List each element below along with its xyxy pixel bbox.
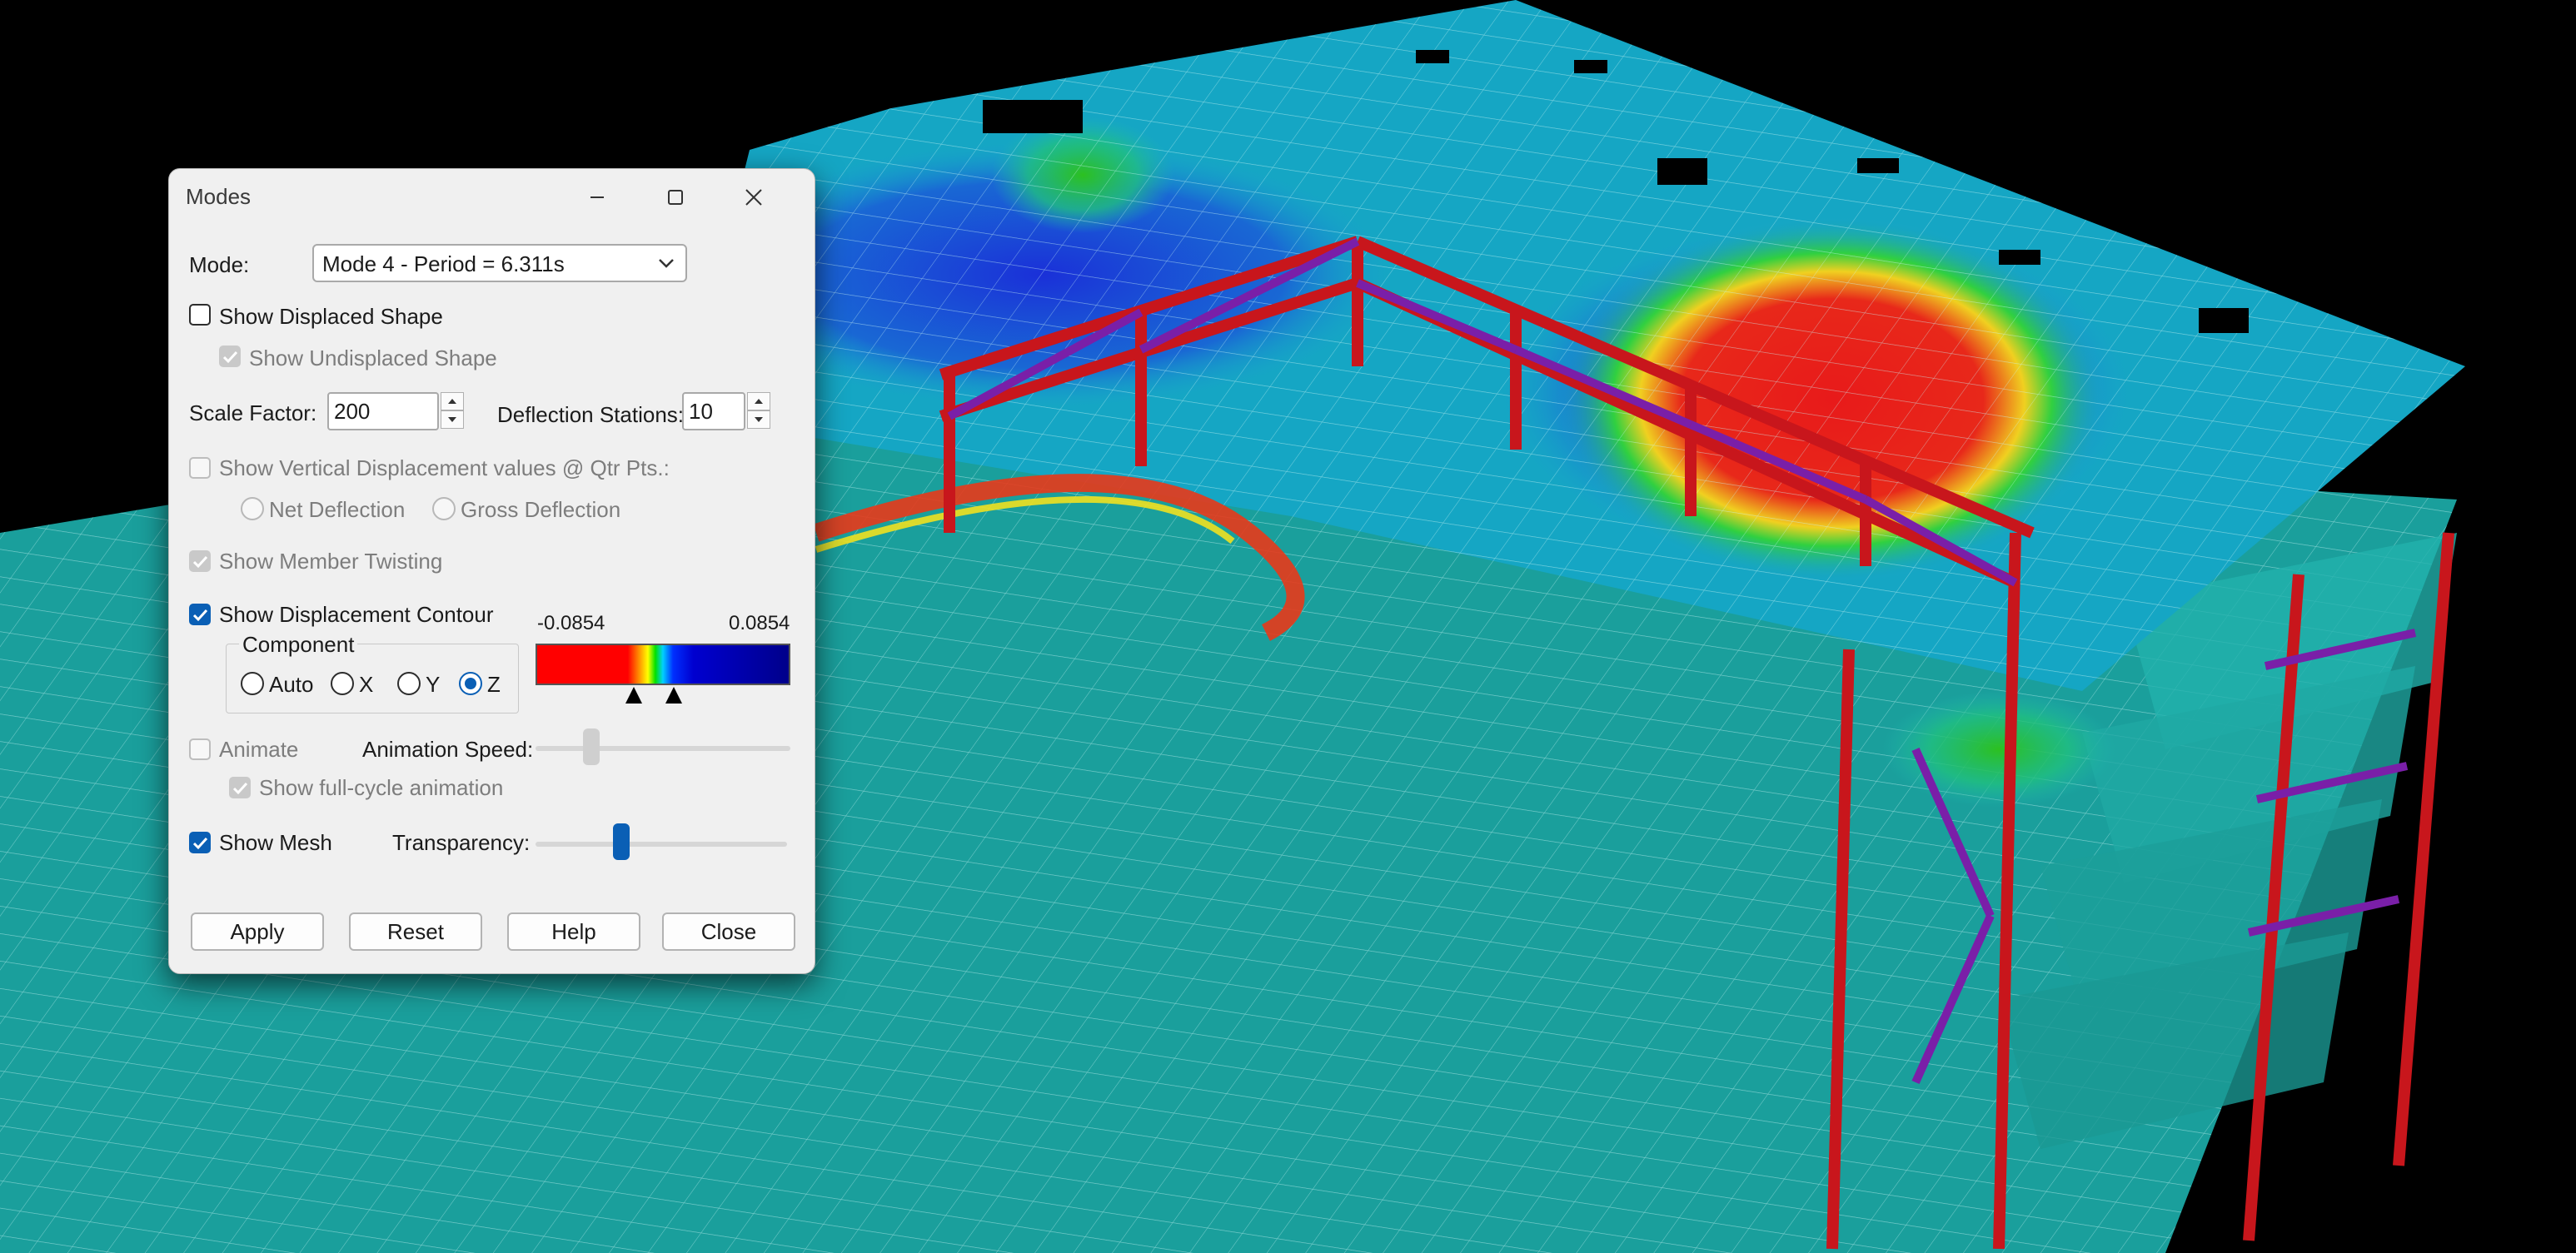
- minimize-button[interactable]: [579, 181, 615, 214]
- scale-factor-input[interactable]: 200: [327, 392, 439, 430]
- mode-label: Mode:: [189, 252, 250, 277]
- animation-speed-slider[interactable]: [583, 728, 600, 765]
- scale-factor-label: Scale Factor:: [189, 400, 317, 425]
- mode-select[interactable]: Mode 4 - Period = 6.311s: [312, 244, 687, 282]
- component-auto-radio[interactable]: [241, 672, 264, 695]
- net-deflection-label: Net Deflection: [269, 497, 406, 522]
- component-auto-label: Auto: [269, 672, 314, 697]
- show-displaced-shape-checkbox[interactable]: [189, 304, 211, 326]
- contour-min-value: -0.0854: [537, 612, 605, 634]
- show-vertical-displacement-checkbox[interactable]: [189, 457, 211, 479]
- spin-up-icon: [755, 399, 763, 404]
- animate-checkbox[interactable]: [189, 738, 211, 760]
- close-window-button[interactable]: [735, 181, 772, 214]
- transparency-label: Transparency:: [392, 830, 531, 855]
- show-displacement-contour-label: Show Displacement Contour: [219, 602, 494, 627]
- spin-up-icon: [448, 399, 456, 404]
- show-mesh-label: Show Mesh: [219, 830, 332, 855]
- maximize-icon: [668, 190, 683, 205]
- apply-button[interactable]: Apply: [191, 912, 324, 951]
- mode-value: Mode 4 - Period = 6.311s: [322, 251, 565, 276]
- gross-deflection-radio[interactable]: [432, 497, 456, 520]
- component-label: Component: [239, 632, 358, 658]
- contour-max-marker[interactable]: [665, 687, 682, 704]
- dialog-title: Modes: [186, 184, 252, 209]
- show-displacement-contour-checkbox[interactable]: [189, 604, 211, 625]
- check-icon: [192, 609, 208, 622]
- contour-max-value: 0.0854: [729, 612, 790, 634]
- modes-dialog: Modes Mode: Mode 4 - Period = 6.311s Sho…: [168, 168, 815, 974]
- spin-down-icon: [755, 417, 763, 422]
- component-y-radio[interactable]: [397, 672, 421, 695]
- maximize-button[interactable]: [657, 181, 694, 214]
- animate-label: Animate: [219, 737, 299, 762]
- gross-deflection-label: Gross Deflection: [461, 497, 621, 522]
- help-button[interactable]: Help: [507, 912, 640, 951]
- deflection-stations-spinner[interactable]: [747, 392, 770, 430]
- check-icon: [192, 555, 208, 569]
- contour-min-marker[interactable]: [625, 687, 642, 704]
- contour-color-ramp[interactable]: [536, 644, 790, 685]
- component-x-radio[interactable]: [331, 672, 354, 695]
- show-displaced-shape-label: Show Displaced Shape: [219, 304, 443, 329]
- spin-down-icon: [448, 417, 456, 422]
- show-full-cycle-checkbox[interactable]: [229, 777, 251, 798]
- minimize-icon: [590, 196, 604, 198]
- close-icon: [745, 189, 762, 206]
- component-y-label: Y: [426, 672, 441, 697]
- chevron-down-icon: [659, 259, 674, 268]
- check-icon: [232, 782, 248, 795]
- deflection-stations-label: Deflection Stations:: [497, 402, 685, 427]
- animation-speed-label: Animation Speed:: [362, 737, 534, 762]
- scale-factor-spinner[interactable]: [441, 392, 464, 430]
- show-mesh-checkbox[interactable]: [189, 832, 211, 853]
- close-button[interactable]: Close: [662, 912, 795, 951]
- transparency-track: [536, 842, 787, 847]
- reset-button[interactable]: Reset: [349, 912, 482, 951]
- component-x-label: X: [359, 672, 374, 697]
- net-deflection-radio[interactable]: [241, 497, 264, 520]
- show-member-twisting-checkbox[interactable]: [189, 550, 211, 572]
- show-full-cycle-label: Show full-cycle animation: [259, 775, 504, 800]
- show-member-twisting-label: Show Member Twisting: [219, 549, 443, 574]
- check-icon: [192, 837, 208, 850]
- check-icon: [222, 351, 238, 364]
- deflection-stations-input[interactable]: 10: [682, 392, 745, 430]
- show-undisplaced-shape-checkbox[interactable]: [219, 346, 241, 367]
- show-vertical-displacement-label: Show Vertical Displacement values @ Qtr …: [219, 455, 670, 480]
- component-z-label: Z: [487, 672, 501, 697]
- transparency-slider[interactable]: [613, 823, 630, 860]
- show-undisplaced-shape-label: Show Undisplaced Shape: [249, 346, 497, 370]
- animation-speed-track: [536, 746, 790, 751]
- component-z-radio[interactable]: [459, 672, 482, 695]
